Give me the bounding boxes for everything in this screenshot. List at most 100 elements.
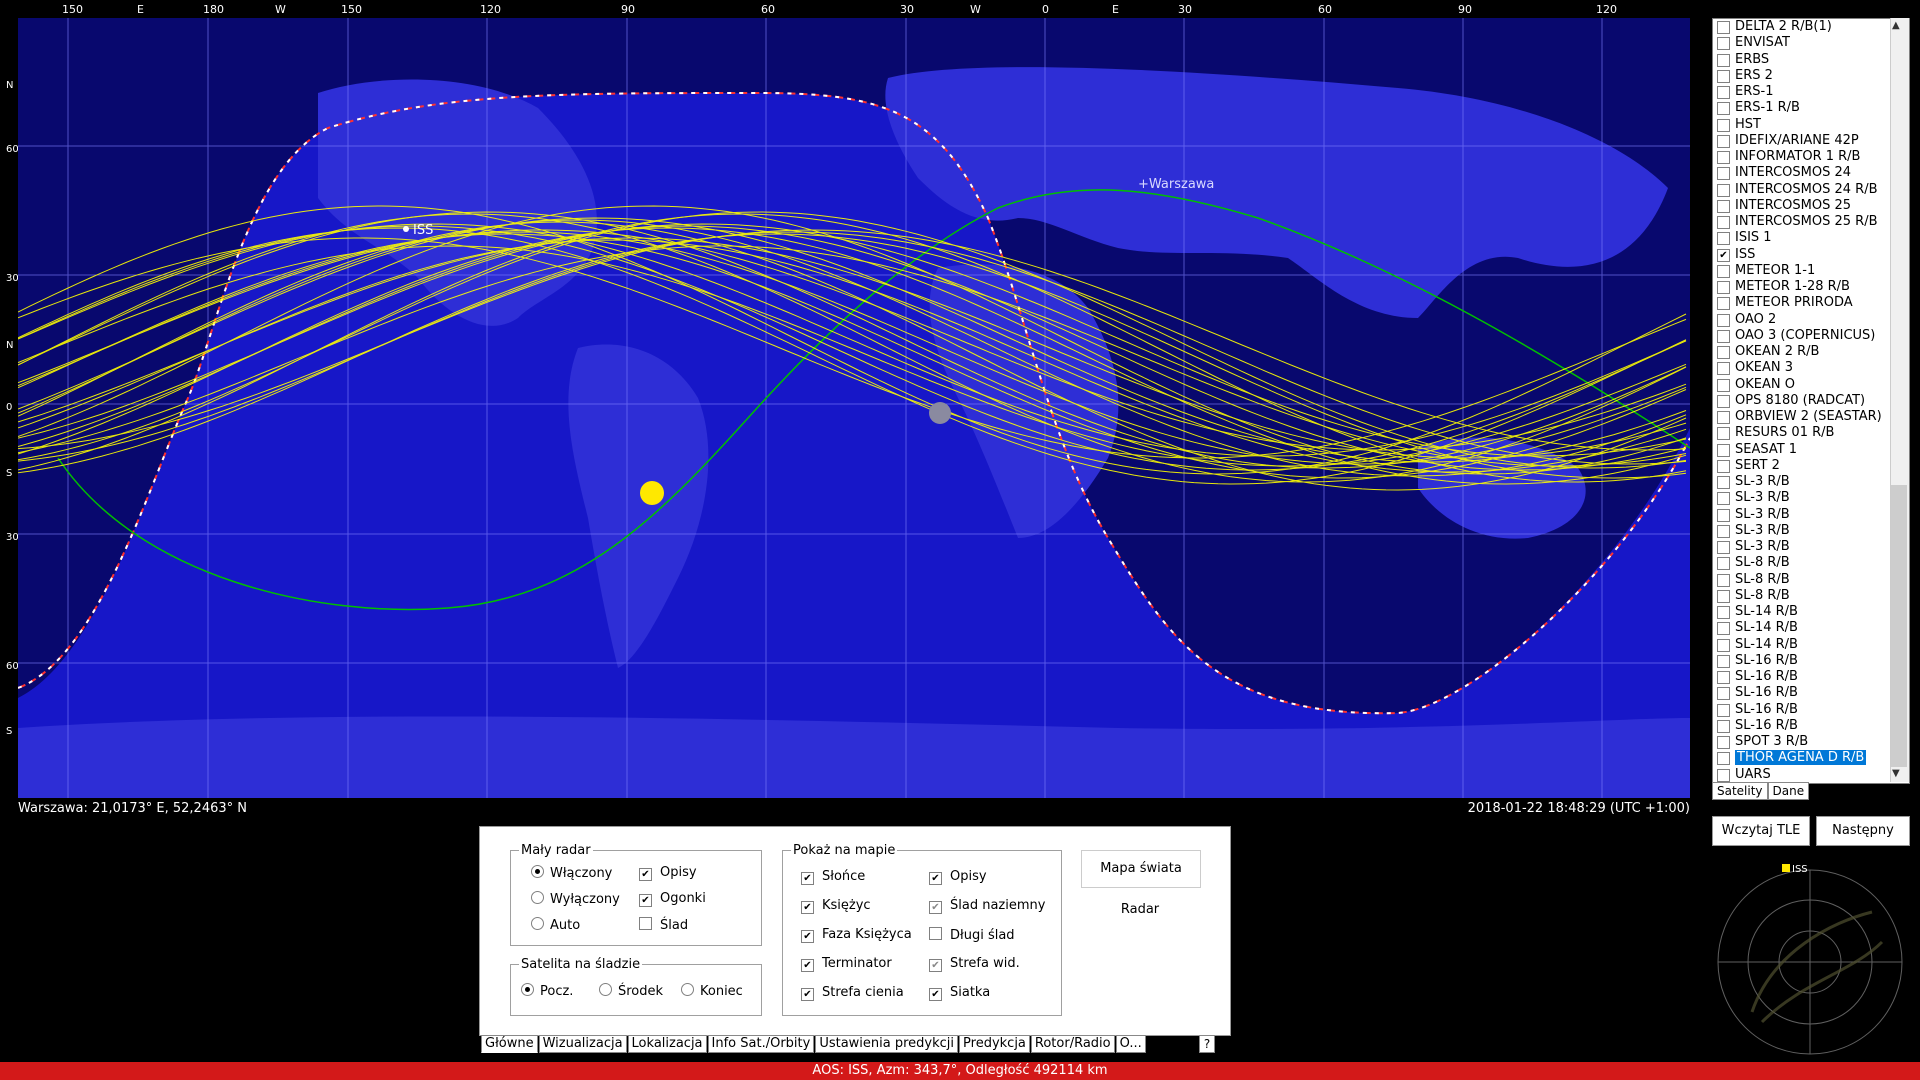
checkbox-unchecked-icon[interactable]	[1717, 134, 1730, 148]
checkbox-unchecked-icon[interactable]	[1717, 151, 1730, 164]
checkbox-unchecked-icon[interactable]	[1717, 654, 1730, 668]
radar-trail-checkbox[interactable]: Ślad	[639, 917, 688, 933]
checkbox-unchecked-icon[interactable]	[1717, 703, 1730, 717]
satellite-list-item[interactable]: SL-8 R/B	[1713, 572, 1909, 588]
checkbox-unchecked-icon[interactable]	[1717, 541, 1730, 554]
satellite-list-item[interactable]: ORBVIEW 2 (SEASTAR)	[1713, 409, 1909, 425]
satellite-list-item[interactable]: OAO 2	[1713, 312, 1909, 328]
satellite-list-item[interactable]: SL-14 R/B	[1713, 604, 1909, 620]
satellite-list-item[interactable]: OKEAN 2 R/B	[1713, 344, 1909, 360]
satellite-list-item[interactable]: SL-3 R/B	[1713, 523, 1909, 539]
tab-ustawienia-predykcji[interactable]: Ustawienia predykcji	[815, 1035, 959, 1053]
satellite-list-item[interactable]: DELTA 2 R/B(1)	[1713, 19, 1909, 35]
satellite-list-item[interactable]: ERS 2	[1713, 68, 1909, 84]
checkbox-unchecked-icon[interactable]	[1717, 589, 1730, 603]
checkbox-unchecked-icon[interactable]	[1717, 476, 1730, 489]
satellite-list-item[interactable]: INTERCOSMOS 24	[1713, 165, 1909, 181]
show-shadow-checkbox[interactable]: ✔ Strefa cienia	[801, 985, 904, 1001]
show-vis-zone-checkbox[interactable]: ✔ Strefa wid.	[929, 956, 1020, 972]
checkbox-unchecked-icon[interactable]	[1717, 427, 1730, 441]
tab-rotor-radio[interactable]: Rotor/Radio	[1030, 1035, 1115, 1053]
satellite-list-item[interactable]: OAO 3 (COPERNICUS)	[1713, 328, 1909, 344]
satellite-list-item[interactable]: ✔ ISS	[1713, 247, 1909, 263]
satellite-list-item[interactable]: SL-16 R/B	[1713, 702, 1909, 718]
satellite-list-item[interactable]: SL-8 R/B	[1713, 555, 1909, 571]
checkbox-unchecked-icon[interactable]	[1717, 346, 1730, 359]
checkbox-unchecked-icon[interactable]	[1717, 768, 1730, 782]
satellite-list-item[interactable]: METEOR PRIRODA	[1713, 295, 1909, 311]
scrollbar-thumb[interactable]	[1891, 485, 1907, 767]
track-middle-radio[interactable]: Środek	[599, 983, 663, 999]
checkbox-unchecked-icon[interactable]	[1717, 508, 1730, 522]
checkbox-unchecked-icon[interactable]	[1717, 264, 1730, 278]
tab-dane[interactable]: Dane	[1767, 782, 1810, 800]
checkbox-unchecked-icon[interactable]	[1717, 557, 1730, 571]
checkbox-unchecked-icon[interactable]	[1717, 21, 1730, 34]
checkbox-unchecked-icon[interactable]	[1717, 297, 1730, 311]
satellite-list-item[interactable]: ERBS	[1713, 52, 1909, 68]
radar-on-radio[interactable]: Włączony	[531, 865, 612, 881]
show-moon-checkbox[interactable]: ✔ Księżyc	[801, 898, 871, 914]
checkbox-unchecked-icon[interactable]	[1717, 443, 1730, 457]
checkbox-unchecked-icon[interactable]	[1717, 86, 1730, 99]
checkbox-unchecked-icon[interactable]	[1717, 102, 1730, 116]
satellite-list-item[interactable]: SEASAT 1	[1713, 442, 1909, 458]
satellite-list-item[interactable]: SPOT 3 R/B	[1713, 734, 1909, 750]
checkbox-unchecked-icon[interactable]	[1717, 752, 1730, 766]
checkbox-unchecked-icon[interactable]	[1717, 573, 1730, 587]
tab-glowne[interactable]: Główne	[481, 1035, 538, 1053]
show-long-track-checkbox[interactable]: Długi ślad	[929, 927, 1015, 943]
help-button[interactable]: ?	[1199, 1035, 1215, 1053]
show-sun-checkbox[interactable]: ✔ Słońce	[801, 869, 865, 885]
satellite-list-item[interactable]: SL-14 R/B	[1713, 620, 1909, 636]
satellite-list-item[interactable]: HST	[1713, 117, 1909, 133]
radar-labels-checkbox[interactable]: ✔ Opisy	[639, 865, 697, 881]
satellite-list-item[interactable]: INFORMATOR 1 R/B	[1713, 149, 1909, 165]
radar-auto-radio[interactable]: Auto	[531, 917, 580, 933]
scroll-up-icon[interactable]: ▲	[1892, 20, 1900, 31]
checkbox-checked-icon[interactable]: ✔	[1717, 248, 1730, 262]
track-end-radio[interactable]: Koniec	[681, 983, 743, 999]
radar-off-radio[interactable]: Wyłączony	[531, 891, 620, 907]
satellite-list-item[interactable]: INTERCOSMOS 25	[1713, 198, 1909, 214]
satellite-list-item[interactable]: ERS-1 R/B	[1713, 100, 1909, 116]
checkbox-unchecked-icon[interactable]	[1717, 671, 1730, 684]
checkbox-unchecked-icon[interactable]	[1717, 37, 1730, 51]
satellite-list-item[interactable]: SL-16 R/B	[1713, 718, 1909, 734]
checkbox-unchecked-icon[interactable]	[1717, 199, 1730, 213]
satellite-list-item[interactable]: SL-16 R/B	[1713, 653, 1909, 669]
radar-button[interactable]: Radar	[1081, 892, 1199, 928]
checkbox-unchecked-icon[interactable]	[1717, 638, 1730, 652]
satellite-list-item[interactable]: OKEAN 3	[1713, 360, 1909, 376]
checkbox-unchecked-icon[interactable]	[1717, 411, 1730, 424]
satellite-list-item[interactable]: ENVISAT	[1713, 35, 1909, 51]
world-map-button[interactable]: Mapa świata	[1081, 850, 1201, 888]
checkbox-unchecked-icon[interactable]	[1717, 183, 1730, 197]
satellite-list-item[interactable]: INTERCOSMOS 24 R/B	[1713, 182, 1909, 198]
checkbox-unchecked-icon[interactable]	[1717, 622, 1730, 636]
satellite-list-item[interactable]: OPS 8180 (RADCAT)	[1713, 393, 1909, 409]
checkbox-unchecked-icon[interactable]	[1717, 687, 1730, 701]
satellite-list-item[interactable]: UARS	[1713, 767, 1909, 783]
checkbox-unchecked-icon[interactable]	[1717, 378, 1730, 392]
satellite-list-item[interactable]: INTERCOSMOS 25 R/B	[1713, 214, 1909, 230]
checkbox-unchecked-icon[interactable]	[1717, 232, 1730, 246]
tab-info-sat[interactable]: Info Sat./Orbity	[707, 1035, 815, 1053]
satellite-list-item[interactable]: THOR AGENA D R/B	[1713, 750, 1909, 766]
show-grid-checkbox[interactable]: ✔ Siatka	[929, 985, 990, 1001]
world-map[interactable]: +Warszawa ISS	[18, 18, 1690, 798]
show-terminator-checkbox[interactable]: ✔ Terminator	[801, 956, 892, 972]
checkbox-unchecked-icon[interactable]	[1717, 719, 1730, 733]
satellite-list-item[interactable]: SL-16 R/B	[1713, 685, 1909, 701]
satellite-list-item[interactable]: METEOR 1-1	[1713, 263, 1909, 279]
checkbox-unchecked-icon[interactable]	[1717, 736, 1730, 749]
satellite-list-item[interactable]: SL-14 R/B	[1713, 637, 1909, 653]
checkbox-unchecked-icon[interactable]	[1717, 53, 1730, 67]
satellite-list-item[interactable]: METEOR 1-28 R/B	[1713, 279, 1909, 295]
checkbox-unchecked-icon[interactable]	[1717, 459, 1730, 473]
load-tle-button[interactable]: Wczytaj TLE	[1712, 816, 1810, 846]
checkbox-unchecked-icon[interactable]	[1717, 313, 1730, 327]
show-labels-checkbox[interactable]: ✔ Opisy	[929, 869, 987, 885]
checkbox-unchecked-icon[interactable]	[1717, 118, 1730, 132]
tab-about[interactable]: O...	[1115, 1035, 1146, 1053]
